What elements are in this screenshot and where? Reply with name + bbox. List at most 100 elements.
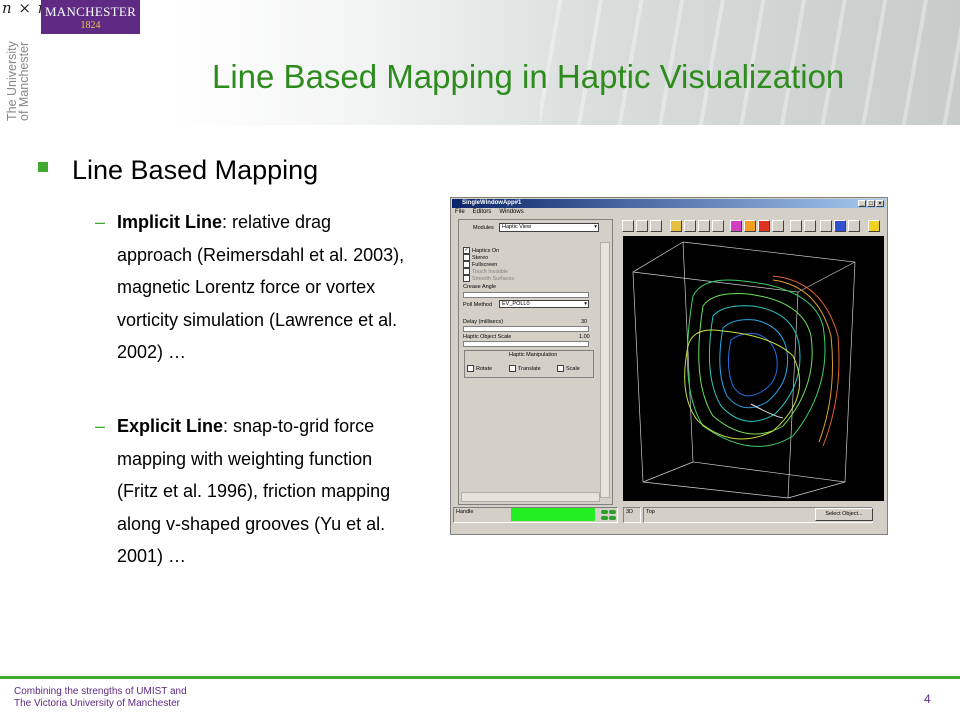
checkbox-icon xyxy=(509,365,516,372)
checkbox-icon xyxy=(557,365,564,372)
viewer-toolbar xyxy=(622,219,884,235)
footer-text: Combining the strengths of UMIST and The… xyxy=(14,686,187,710)
checkbox-touch-invisible[interactable]: Touch Invisible xyxy=(463,268,508,275)
close-icon[interactable]: × xyxy=(876,200,884,207)
status-3d-field: 3D xyxy=(623,507,641,523)
checkbox-stereo[interactable]: Stereo xyxy=(463,254,488,261)
snapshot-icon[interactable] xyxy=(790,220,802,232)
menu-windows[interactable]: Windows xyxy=(499,209,523,215)
status-led-icon xyxy=(609,516,616,520)
streamline-visualization xyxy=(632,241,856,499)
status-led-icon xyxy=(601,510,608,514)
rotate-icon[interactable] xyxy=(670,220,682,232)
logo-year: 1824 xyxy=(80,20,101,31)
panel-vertical-scrollbar[interactable] xyxy=(600,242,610,498)
pick-icon[interactable] xyxy=(712,220,724,232)
footer-divider xyxy=(0,676,960,679)
select-object-button[interactable]: Select Object... xyxy=(815,508,873,521)
status-led-icon xyxy=(609,510,616,514)
point-label: Explicit Line xyxy=(117,416,224,436)
university-vertical-text: The University of Manchester xyxy=(5,41,31,121)
poll-method-select[interactable]: EV_POLL0 ▾ xyxy=(499,300,589,308)
sub-point-implicit: – Implicit Line: relative drag approach … xyxy=(95,206,406,369)
info-icon[interactable] xyxy=(848,220,860,232)
bounding-box xyxy=(632,241,856,499)
delay-slider[interactable] xyxy=(463,326,589,332)
group-label: Haptic Manipulation xyxy=(509,352,558,358)
haptic-scale-value: 1.00 xyxy=(579,334,590,340)
light-icon[interactable] xyxy=(744,220,756,232)
dash-marker: – xyxy=(95,416,106,436)
poll-method-label: Poll Method xyxy=(463,302,493,308)
checkbox-label: Smooth Surfaces xyxy=(472,275,515,282)
dash-marker: – xyxy=(95,212,106,232)
haptic-scale-slider[interactable] xyxy=(463,341,589,347)
crease-angle-label: Crease Angle xyxy=(463,284,497,290)
haptic-icon[interactable] xyxy=(834,220,846,232)
checkbox-icon xyxy=(463,254,470,261)
material-icon[interactable] xyxy=(758,220,770,232)
poll-method-value: EV_POLL0 xyxy=(502,301,530,307)
panel-horizontal-scrollbar[interactable] xyxy=(461,492,600,502)
3d-viewport[interactable] xyxy=(623,236,884,501)
checkbox-smooth-surfaces[interactable]: Smooth Surfaces xyxy=(463,275,514,282)
zoom-icon[interactable] xyxy=(698,220,710,232)
streamlines xyxy=(684,275,840,447)
point-text: : snap-to-grid force mapping with weight… xyxy=(117,416,391,566)
color-icon[interactable] xyxy=(730,220,742,232)
print-icon[interactable] xyxy=(804,220,816,232)
slide-title: Line Based Mapping in Haptic Visualizati… xyxy=(212,58,845,95)
crease-angle-slider[interactable] xyxy=(463,292,589,298)
app-window-screenshot: SingleWindowApp#1 _ □ × File Editors Win… xyxy=(450,197,888,535)
maximize-icon[interactable]: □ xyxy=(867,200,875,207)
sub-point-explicit: – Explicit Line: snap-to-grid force mapp… xyxy=(95,410,406,573)
page-number: 4 xyxy=(924,692,931,706)
option-rotate[interactable]: Rotate xyxy=(467,365,492,372)
checkbox-checked-icon: ✓ xyxy=(463,247,470,254)
checkbox-icon xyxy=(467,365,474,372)
texture-icon[interactable] xyxy=(772,220,784,232)
option-label: Translate xyxy=(518,365,541,372)
status-led-icon xyxy=(601,516,608,520)
modules-select[interactable]: Haptic View ▾ xyxy=(499,223,599,232)
point-text: : relative drag approach (Reimersdahl et… xyxy=(117,212,405,362)
chevron-down-icon: ▾ xyxy=(584,301,587,307)
checkbox-icon xyxy=(463,261,470,268)
checkbox-icon xyxy=(463,275,470,282)
chevron-down-icon: ▾ xyxy=(594,224,597,230)
view-all-icon[interactable] xyxy=(622,220,634,232)
status-3d-label: 3D xyxy=(626,509,634,515)
haptic-status-bar xyxy=(511,508,595,521)
option-label: Rotate xyxy=(476,365,493,372)
haptic-manipulation-group: Haptic Manipulation Rotate Translate Sca… xyxy=(464,350,594,378)
seek-icon[interactable] xyxy=(650,220,662,232)
point-label: Implicit Line xyxy=(117,212,223,232)
menu-file[interactable]: File xyxy=(455,209,465,215)
checkbox-icon xyxy=(463,268,470,275)
haptic-scale-label: Haptic Object Scale xyxy=(463,334,512,340)
pan-icon[interactable] xyxy=(684,220,696,232)
minimize-icon[interactable]: _ xyxy=(858,200,866,207)
delay-label: Delay (millisecs) xyxy=(463,319,504,325)
menu-editors[interactable]: Editors xyxy=(473,209,492,215)
lightning-icon[interactable] xyxy=(868,220,880,232)
square-bullet-icon xyxy=(38,162,48,172)
bullet-heading: Line Based Mapping xyxy=(72,155,319,185)
status-bar: Handle 3D Top Select Object... xyxy=(453,505,885,525)
modules-value: Haptic View xyxy=(502,224,531,230)
option-translate[interactable]: Translate xyxy=(509,365,541,372)
menu-bar: File Editors Windows xyxy=(455,209,524,215)
window-title: SingleWindowApp#1 xyxy=(462,200,522,206)
delay-value: 30 xyxy=(581,319,588,325)
stereo-icon[interactable] xyxy=(820,220,832,232)
window-titlebar: SingleWindowApp#1 _ □ × xyxy=(452,199,886,208)
checkbox-haptics-on[interactable]: ✓ Haptics On xyxy=(463,247,499,254)
footer-line-1: Combining the strengths of UMIST and xyxy=(14,686,187,697)
home-icon[interactable] xyxy=(636,220,648,232)
option-scale[interactable]: Scale xyxy=(557,365,580,372)
logo-name: MANCHESTER xyxy=(44,4,137,19)
option-label: Scale xyxy=(566,365,580,372)
checkbox-fullscreen[interactable]: Fullscreen xyxy=(463,261,497,268)
properties-panel: Modules Haptic View ▾ ✓ Haptics On Stereo… xyxy=(458,219,613,505)
status-handle-label: Handle xyxy=(456,509,474,515)
